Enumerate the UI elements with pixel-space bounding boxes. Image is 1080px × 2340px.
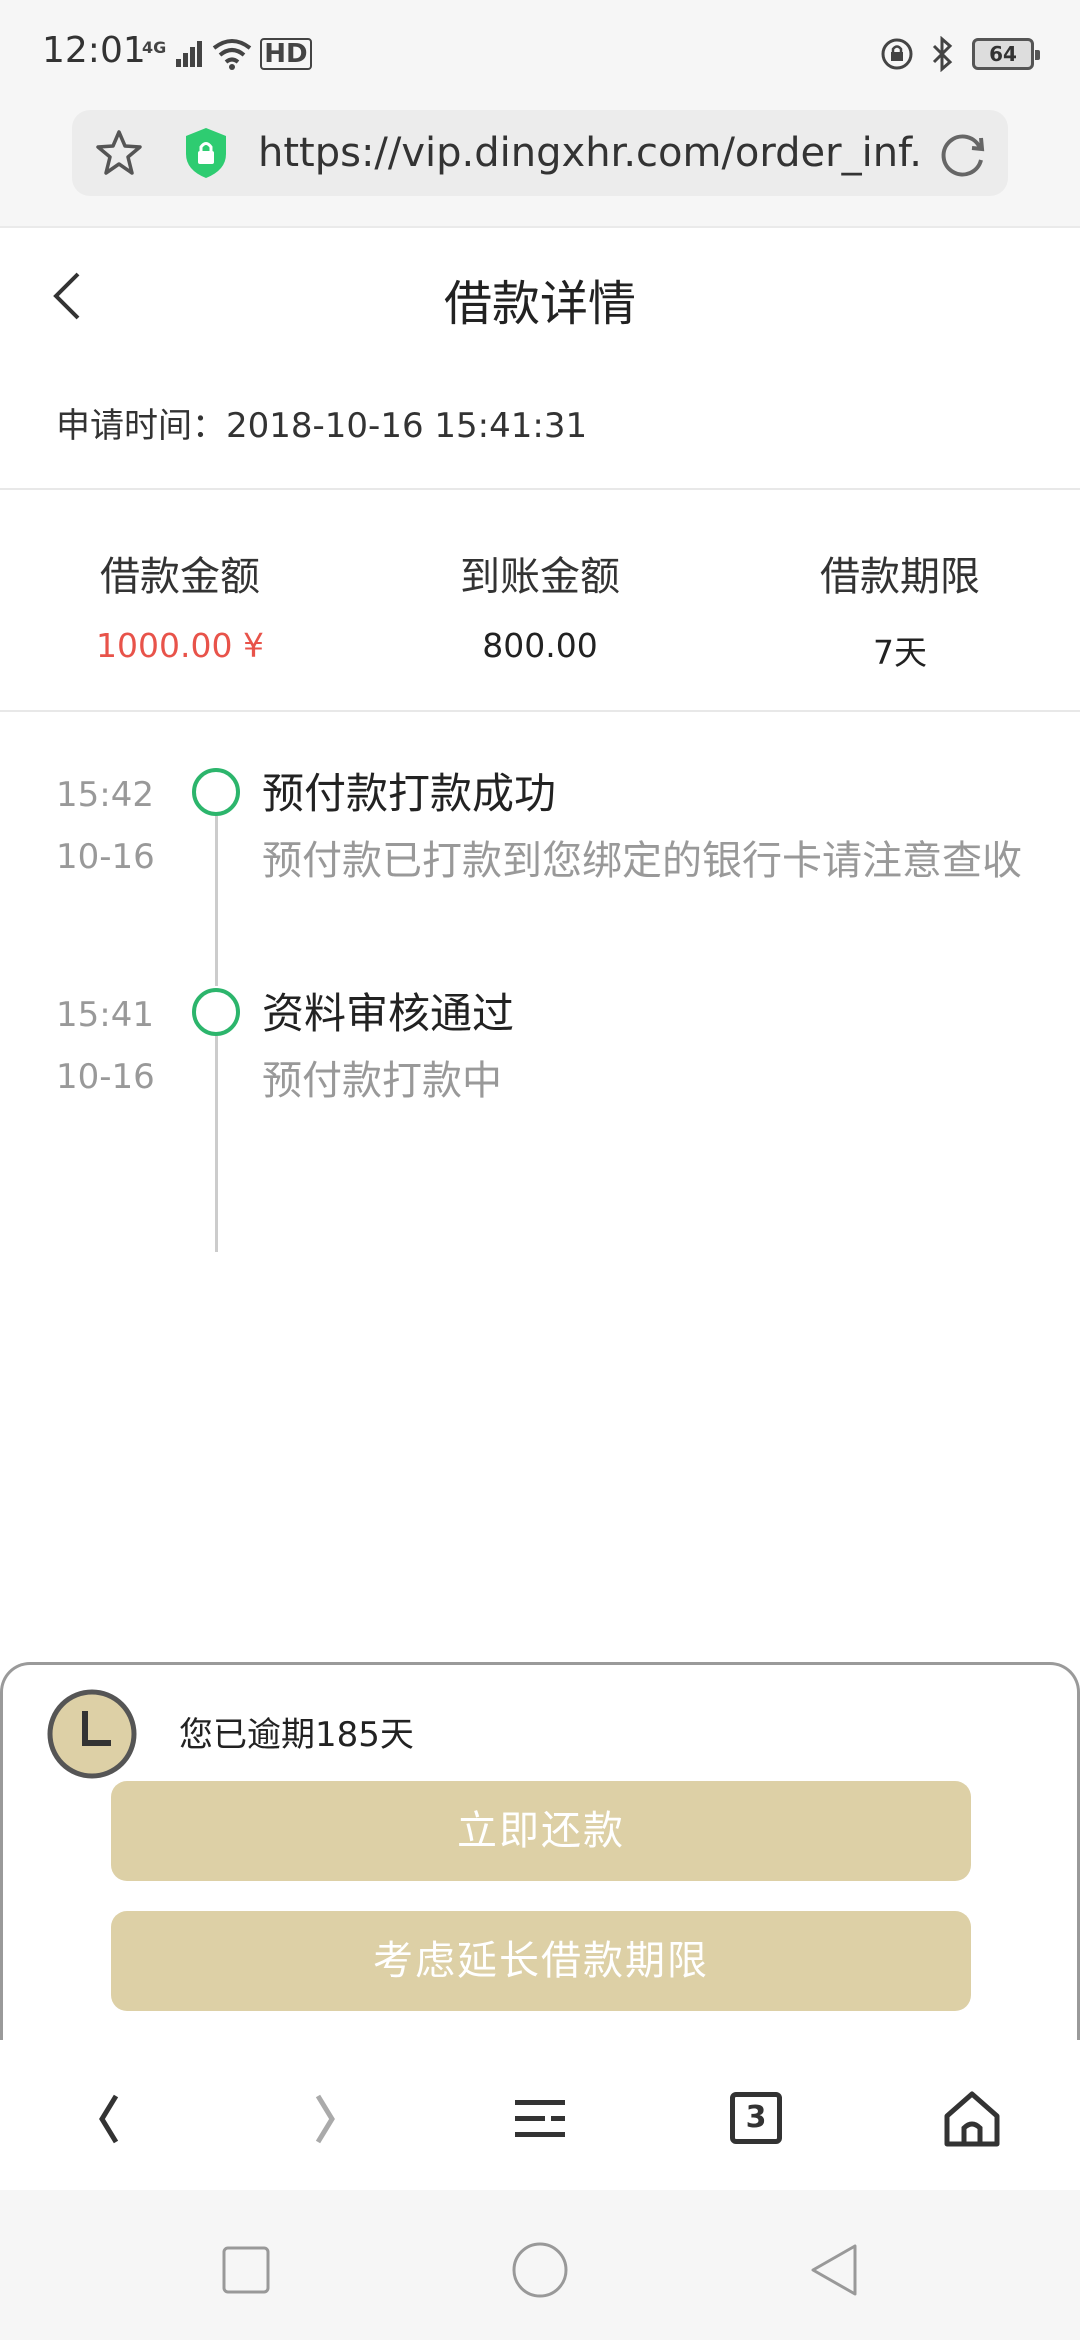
summary-value: 7天 bbox=[873, 633, 927, 672]
clock-icon bbox=[47, 1689, 137, 1779]
repay-now-button[interactable]: 立即还款 bbox=[111, 1781, 971, 1881]
tab-count-icon: 3 bbox=[730, 2092, 782, 2144]
summary-value: 800.00 bbox=[482, 626, 598, 665]
page-title: 借款详情 bbox=[443, 276, 636, 332]
timeline-time: 15:41 bbox=[56, 995, 154, 1035]
hd-icon: HD bbox=[260, 38, 312, 70]
home-icon[interactable] bbox=[937, 2084, 1007, 2154]
bookmark-star-icon[interactable] bbox=[94, 128, 144, 178]
recent-apps-icon[interactable] bbox=[216, 2240, 276, 2300]
overdue-text: 您已逾期185天 bbox=[179, 1715, 414, 1755]
apply-time: 申请时间：2018-10-16 15:41:31 bbox=[56, 406, 588, 446]
browser-nav-bar: 3 bbox=[0, 2040, 1080, 2190]
url-bar[interactable]: https://vip.dingxhr.com/order_inf... bbox=[72, 110, 1008, 196]
back-triangle-icon[interactable] bbox=[805, 2240, 865, 2300]
divider bbox=[0, 710, 1080, 712]
tab-count: 3 bbox=[745, 2100, 767, 2135]
timeline-date: 10-16 bbox=[56, 1057, 155, 1097]
battery-level: 64 bbox=[989, 42, 1017, 66]
secure-shield-icon bbox=[186, 128, 226, 178]
browser-back-icon[interactable] bbox=[74, 2084, 144, 2154]
system-nav-bar bbox=[0, 2190, 1080, 2340]
page-header: 借款详情 bbox=[0, 230, 1080, 360]
timeline-line bbox=[215, 816, 218, 986]
battery-icon: 64 bbox=[972, 38, 1040, 70]
summary-loan-amount: 借款金额 1000.00 ¥ bbox=[0, 540, 360, 674]
divider bbox=[0, 488, 1080, 490]
status-bar: 12:01 4G HD 64 bbox=[0, 0, 1080, 108]
summary-value: 1000.00 ¥ bbox=[96, 626, 264, 665]
timeline-line bbox=[215, 1036, 218, 1252]
browser-forward-icon[interactable] bbox=[290, 2084, 360, 2154]
home-circle-icon[interactable] bbox=[510, 2240, 570, 2300]
timeline-status-circle bbox=[192, 768, 240, 816]
status-icons-right: 64 bbox=[880, 34, 1040, 74]
tabs-button[interactable]: 3 bbox=[720, 2084, 790, 2154]
summary-loan-term: 借款期限 7天 bbox=[720, 540, 1080, 674]
url-bar-area: https://vip.dingxhr.com/order_inf... bbox=[0, 108, 1080, 228]
timeline-desc: 预付款打款中 bbox=[262, 1058, 502, 1104]
status-time: 12:01 bbox=[42, 30, 146, 71]
summary-received-amount: 到账金额 800.00 bbox=[360, 540, 720, 674]
timeline-status-circle bbox=[192, 988, 240, 1036]
loan-summary: 借款金额 1000.00 ¥ 到账金额 800.00 借款期限 7天 bbox=[0, 540, 1080, 674]
status-icons-left: 4G HD bbox=[142, 34, 312, 74]
rotation-lock-icon bbox=[881, 38, 913, 70]
timeline-date: 10-16 bbox=[56, 837, 155, 877]
timeline-title: 预付款打款成功 bbox=[262, 769, 557, 818]
extend-term-button[interactable]: 考虑延长借款期限 bbox=[111, 1911, 971, 2011]
overdue-panel: 您已逾期185天 立即还款 考虑延长借款期限 bbox=[0, 1662, 1080, 2040]
url-text[interactable]: https://vip.dingxhr.com/order_inf... bbox=[258, 128, 918, 178]
summary-label: 借款金额 bbox=[100, 554, 260, 600]
summary-label: 借款期限 bbox=[820, 554, 980, 600]
network-type-label: 4G bbox=[142, 37, 167, 57]
wifi-icon bbox=[213, 39, 252, 70]
timeline-time: 15:42 bbox=[56, 775, 154, 815]
signal-icon bbox=[176, 41, 203, 67]
refresh-icon[interactable] bbox=[936, 128, 988, 180]
summary-label: 到账金额 bbox=[460, 554, 620, 600]
timeline-title: 资料审核通过 bbox=[262, 989, 515, 1038]
menu-icon[interactable] bbox=[505, 2084, 575, 2154]
bluetooth-icon bbox=[932, 36, 953, 72]
timeline-desc: 预付款已打款到您绑定的银行卡请注意查收 bbox=[262, 838, 1022, 884]
